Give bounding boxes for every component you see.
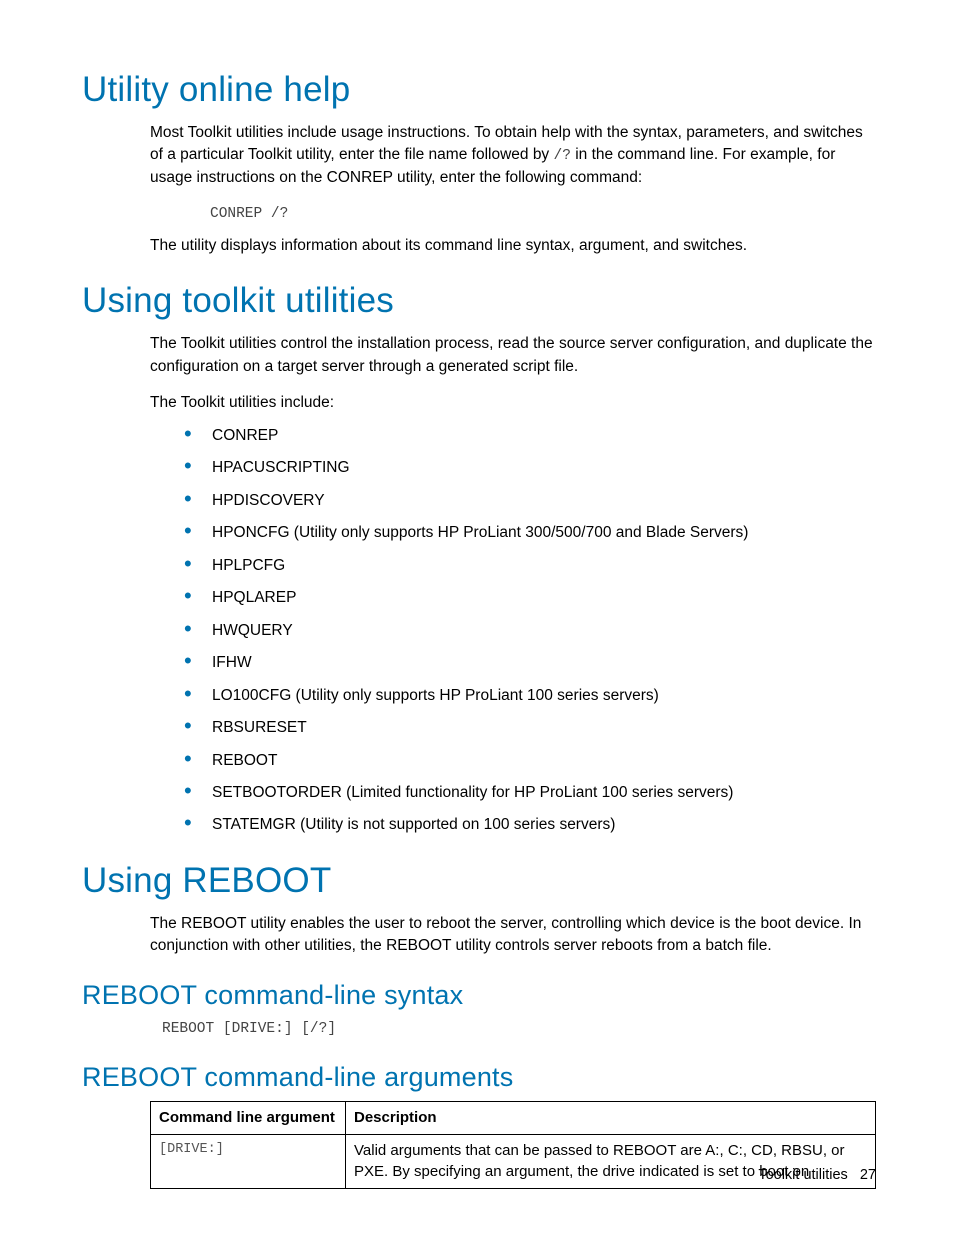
list-item: HPONCFG (Utility only supports HP ProLia…: [184, 522, 876, 544]
list-item: SETBOOTORDER (Limited functionality for …: [184, 782, 876, 804]
table-header-cell: Command line argument: [151, 1101, 346, 1134]
list-item: HWQUERY: [184, 620, 876, 642]
list-item: STATEMGR (Utility is not supported on 10…: [184, 814, 876, 836]
table-header-cell: Description: [346, 1101, 876, 1134]
page-footer: Toolkit utilities 27: [758, 1167, 876, 1183]
heading-reboot-syntax: REBOOT command-line syntax: [82, 980, 876, 1011]
page-number: 27: [860, 1167, 876, 1183]
list-item: HPQLAREP: [184, 587, 876, 609]
list-item: CONREP: [184, 425, 876, 447]
section-body-utility-online-help: Most Toolkit utilities include usage ins…: [150, 122, 876, 257]
list-item: HPACUSCRIPTING: [184, 457, 876, 479]
heading-using-toolkit-utilities: Using toolkit utilities: [82, 281, 876, 321]
heading-using-reboot: Using REBOOT: [82, 861, 876, 901]
list-item: HPLPCFG: [184, 555, 876, 577]
table-header-row: Command line argument Description: [151, 1101, 876, 1134]
paragraph: Most Toolkit utilities include usage ins…: [150, 122, 876, 190]
heading-reboot-arguments: REBOOT command-line arguments: [82, 1062, 876, 1093]
section-body-reboot-syntax: REBOOT [DRIVE:] [/?]: [150, 1019, 876, 1040]
list-item: RBSURESET: [184, 717, 876, 739]
list-item: LO100CFG (Utility only supports HP ProLi…: [184, 685, 876, 707]
heading-utility-online-help: Utility online help: [82, 70, 876, 110]
footer-label: Toolkit utilities: [758, 1167, 847, 1183]
list-item: REBOOT: [184, 750, 876, 772]
section-body-using-reboot: The REBOOT utility enables the user to r…: [150, 913, 876, 958]
paragraph: The Toolkit utilities control the instal…: [150, 333, 876, 378]
inline-code: /?: [554, 148, 571, 164]
paragraph: The utility displays information about i…: [150, 235, 876, 257]
list-item: HPDISCOVERY: [184, 490, 876, 512]
code-block: CONREP /?: [210, 204, 876, 225]
paragraph: The Toolkit utilities include:: [150, 392, 876, 414]
section-body-using-toolkit: The Toolkit utilities control the instal…: [150, 333, 876, 837]
table-cell-argument: [DRIVE:]: [151, 1134, 346, 1189]
paragraph: The REBOOT utility enables the user to r…: [150, 913, 876, 958]
code-block: REBOOT [DRIVE:] [/?]: [162, 1019, 876, 1040]
utility-list: CONREP HPACUSCRIPTING HPDISCOVERY HPONCF…: [184, 425, 876, 837]
list-item: IFHW: [184, 652, 876, 674]
